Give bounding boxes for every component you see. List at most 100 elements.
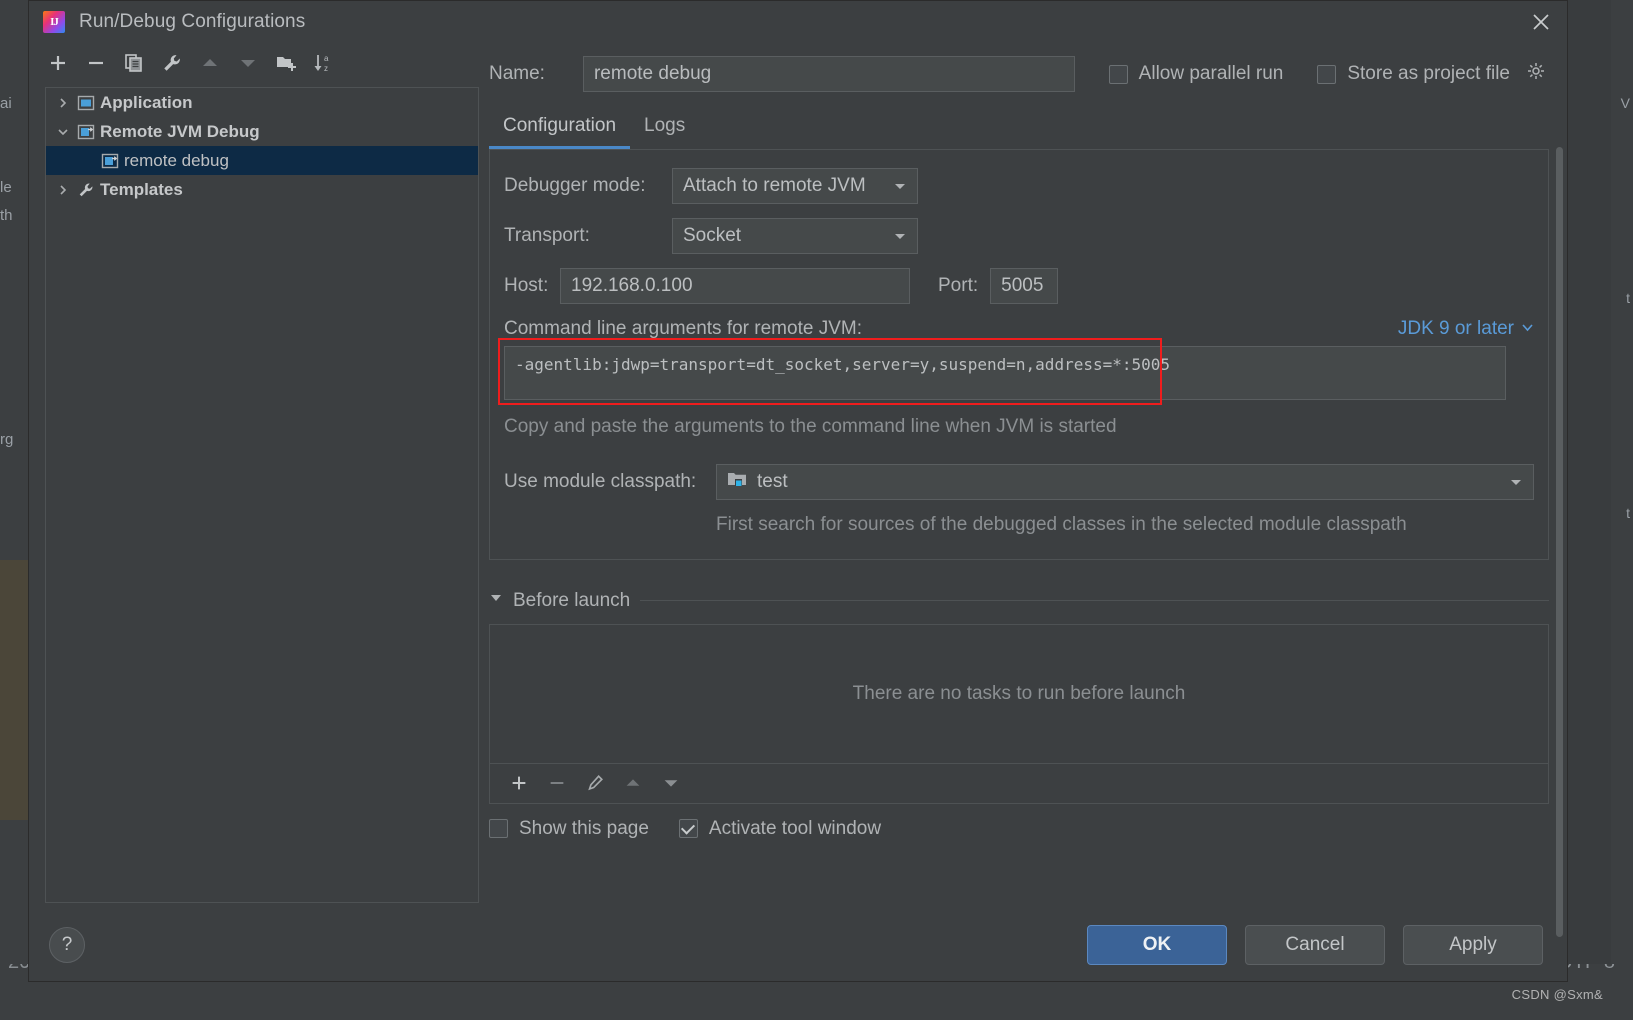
module-classpath-value: test xyxy=(757,471,788,492)
store-as-project-file-checkbox[interactable]: Store as project file xyxy=(1317,62,1545,86)
host-value: 192.168.0.100 xyxy=(571,275,693,296)
chevron-right-icon[interactable] xyxy=(52,97,74,109)
apply-button[interactable]: Apply xyxy=(1403,925,1543,965)
cmdline-input[interactable]: -agentlib:jdwp=transport=dt_socket,serve… xyxy=(504,346,1506,400)
port-input[interactable]: 5005 xyxy=(990,268,1059,304)
activate-tool-window-checkbox[interactable]: Activate tool window xyxy=(678,818,881,840)
checkbox-box xyxy=(1317,64,1337,84)
tree-item-application[interactable]: Application xyxy=(46,88,478,117)
tab-label: Logs xyxy=(644,114,686,136)
editor-tabs: Configuration Logs xyxy=(479,105,1549,149)
new-folder-button[interactable] xyxy=(267,46,305,80)
module-folder-icon xyxy=(727,470,747,494)
dialog-footer: ? OK Cancel Apply xyxy=(29,909,1567,981)
jdk-version-selector[interactable]: JDK 9 or later xyxy=(1398,318,1534,340)
remote-jvm-icon xyxy=(98,152,122,170)
configurations-tree-pane: a z Application Remote JVM Debug remote … xyxy=(29,43,479,909)
tree-item-remote-jvm-debug[interactable]: Remote JVM Debug xyxy=(46,117,478,146)
cmdline-value: -agentlib:jdwp=transport=dt_socket,serve… xyxy=(515,355,1171,374)
svg-text:a: a xyxy=(324,54,329,63)
screen-root: ai le th rg or st na ch V t t 2023.3.2 a… xyxy=(0,0,1633,1020)
section-divider xyxy=(640,600,1549,602)
transport-label: Transport: xyxy=(504,225,590,246)
dialog-title: Run/Debug Configurations xyxy=(79,11,306,32)
watermark: CSDN @Sxm& xyxy=(1511,987,1603,1002)
chevron-down-icon[interactable] xyxy=(1499,475,1533,489)
chevron-down-icon[interactable] xyxy=(883,229,917,243)
chevron-down-icon[interactable] xyxy=(52,126,74,138)
configuration-panel: Debugger mode: Attach to remote JVM Tran… xyxy=(489,149,1549,560)
show-this-page-label: Show this page xyxy=(519,817,649,839)
header-options: Allow parallel run Store as project file xyxy=(1108,62,1549,86)
tab-logs[interactable]: Logs xyxy=(630,105,699,149)
tab-configuration[interactable]: Configuration xyxy=(489,105,631,149)
cmdline-label: Command line arguments for remote JVM: xyxy=(504,318,862,339)
cancel-label: Cancel xyxy=(1285,934,1345,955)
ok-button[interactable]: OK xyxy=(1087,925,1227,965)
move-task-up-button[interactable] xyxy=(614,767,652,799)
cmdline-label-row: Command line arguments for remote JVM: J… xyxy=(504,318,1534,340)
help-label: ? xyxy=(61,934,73,955)
jdk-version-label: JDK 9 or later xyxy=(1397,318,1514,339)
tab-label: Configuration xyxy=(503,114,617,136)
remove-configuration-button[interactable] xyxy=(77,46,115,80)
chevron-right-icon[interactable] xyxy=(52,184,74,196)
sort-az-button[interactable]: a z xyxy=(305,46,343,80)
port-label: Port: xyxy=(938,275,979,296)
close-icon[interactable] xyxy=(1515,1,1567,43)
help-button[interactable]: ? xyxy=(49,927,85,963)
checkbox-box xyxy=(678,819,698,839)
name-input-value: remote debug xyxy=(593,63,712,84)
port-value: 5005 xyxy=(1001,275,1044,296)
tree-toolbar: a z xyxy=(29,43,479,83)
cmdline-area-wrapper: -agentlib:jdwp=transport=dt_socket,serve… xyxy=(498,338,1534,405)
move-task-down-button[interactable] xyxy=(652,767,690,799)
host-input[interactable]: 192.168.0.100 xyxy=(560,268,910,304)
apply-label: Apply xyxy=(1449,934,1497,955)
ok-label: OK xyxy=(1142,934,1172,955)
dialog-title-bar: IJ Run/Debug Configurations xyxy=(29,1,1567,43)
add-task-button[interactable] xyxy=(500,767,538,799)
tree-item-label: remote debug xyxy=(124,150,229,170)
name-label: Name: xyxy=(489,63,545,84)
tree-item-templates[interactable]: Templates xyxy=(46,175,478,204)
add-configuration-button[interactable] xyxy=(39,46,77,80)
debugger-mode-row: Debugger mode: Attach to remote JVM xyxy=(504,168,1534,204)
intellij-logo-text: IJ xyxy=(50,15,59,28)
host-port-row: Host: 192.168.0.100 Port: 5005 xyxy=(504,268,1534,304)
configurations-tree[interactable]: Application Remote JVM Debug remote debu… xyxy=(45,87,479,903)
copy-configuration-button[interactable] xyxy=(115,46,153,80)
transport-select[interactable]: Socket xyxy=(672,218,918,254)
scrollbar-thumb[interactable] xyxy=(1556,147,1563,937)
tree-item-remote-debug[interactable]: remote debug xyxy=(46,146,478,175)
svg-text:z: z xyxy=(324,64,328,73)
show-this-page-checkbox[interactable]: Show this page xyxy=(489,818,649,840)
tree-item-label: Remote JVM Debug xyxy=(100,121,260,141)
allow-parallel-run-checkbox[interactable]: Allow parallel run xyxy=(1108,63,1283,85)
module-classpath-row: Use module classpath: test xyxy=(504,464,1534,500)
debugger-mode-value: Attach to remote JVM xyxy=(683,175,866,196)
cmdline-hint: Copy and paste the arguments to the comm… xyxy=(504,416,1117,437)
gear-icon[interactable] xyxy=(1527,62,1545,86)
move-down-button[interactable] xyxy=(229,46,267,80)
host-label: Host: xyxy=(504,275,549,296)
before-launch-title: Before launch xyxy=(513,589,631,611)
debugger-mode-label: Debugger mode: xyxy=(504,175,646,196)
remove-task-button[interactable] xyxy=(538,767,576,799)
move-up-button[interactable] xyxy=(191,46,229,80)
edit-task-button[interactable] xyxy=(576,767,614,799)
cancel-button[interactable]: Cancel xyxy=(1245,925,1385,965)
transport-value: Socket xyxy=(683,225,742,246)
chevron-down-icon[interactable] xyxy=(883,179,917,193)
background-code-block xyxy=(0,560,30,820)
name-input[interactable]: remote debug xyxy=(582,56,1075,92)
before-launch-task-list[interactable]: There are no tasks to run before launch xyxy=(489,623,1549,764)
intellij-logo-icon: IJ xyxy=(43,11,65,33)
edit-templates-button[interactable] xyxy=(153,46,191,80)
editor-scrollbar[interactable] xyxy=(1554,147,1565,937)
triangle-down-icon[interactable] xyxy=(489,591,503,610)
store-as-project-file-label: Store as project file xyxy=(1347,63,1510,84)
module-classpath-select[interactable]: test xyxy=(716,464,1534,500)
before-launch-header[interactable]: Before launch xyxy=(489,590,1549,612)
debugger-mode-select[interactable]: Attach to remote JVM xyxy=(672,168,918,204)
